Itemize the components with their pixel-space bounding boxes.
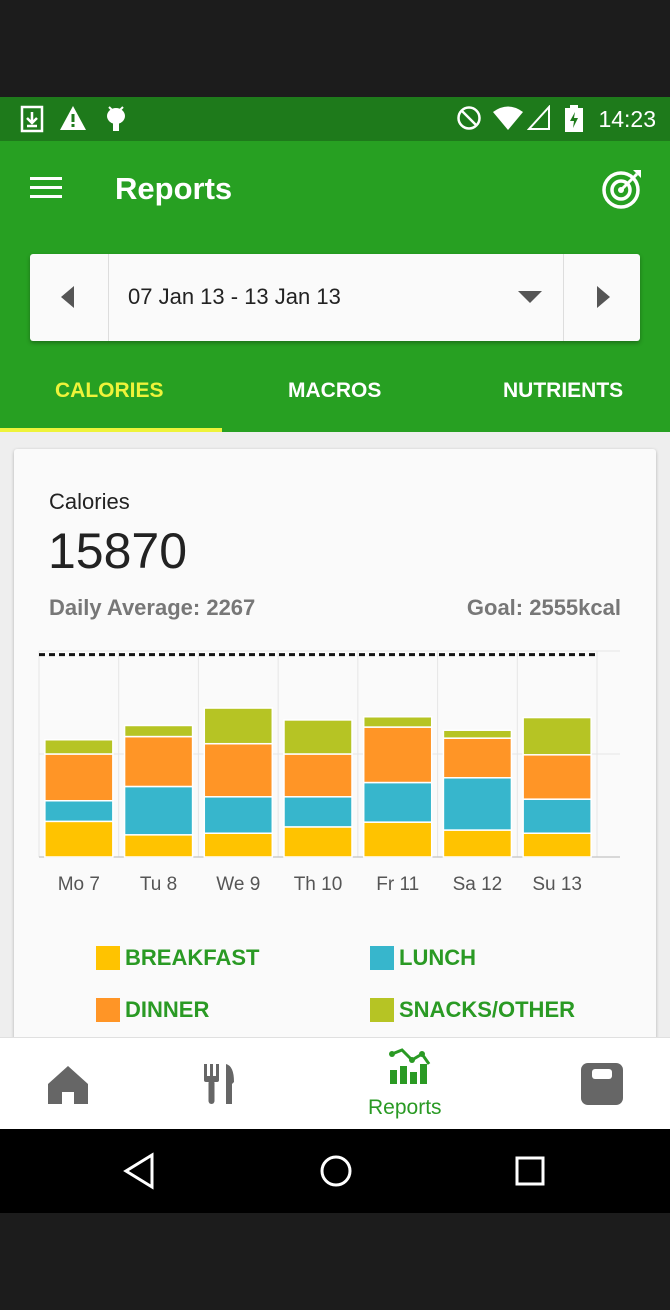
x-tick-label: We 9	[216, 874, 260, 895]
calories-total: 15870	[48, 523, 188, 579]
status-bar: 14:23	[0, 97, 670, 141]
legend-swatch-breakfast	[96, 946, 120, 970]
bottom-navigation: Reports	[0, 1037, 670, 1130]
bar-segment-snacks-other	[362, 716, 433, 728]
bar-segment-snacks-other	[203, 707, 274, 745]
fork-knife-icon	[204, 1064, 234, 1104]
home-icon	[48, 1066, 88, 1104]
do-not-disturb-icon	[457, 106, 481, 130]
daily-average: Daily Average: 2267	[49, 595, 256, 620]
date-range-picker: 07 Jan 13 - 13 Jan 13	[30, 254, 640, 341]
home-circle-icon[interactable]	[316, 1151, 356, 1191]
bar-segment-breakfast	[123, 834, 194, 858]
back-icon[interactable]	[122, 1151, 156, 1191]
bar-segment-lunch	[44, 799, 114, 823]
legend-swatch-dinner	[96, 998, 120, 1022]
content-area: Calories 15870 Daily Average: 2267 Goal:…	[0, 432, 670, 1037]
bar-segment-breakfast	[362, 821, 433, 858]
download-icon	[20, 105, 44, 133]
recents-icon[interactable]	[512, 1151, 548, 1191]
bar-segment-lunch	[522, 798, 592, 834]
chevron-left-icon	[61, 286, 74, 308]
caret-down-icon[interactable]	[518, 291, 542, 303]
nav-diary[interactable]	[180, 1038, 260, 1130]
cell-signal-icon	[527, 105, 550, 130]
legend-swatch-snacks	[370, 998, 394, 1022]
x-tick-label: Su 13	[532, 874, 582, 895]
nav-scale[interactable]	[560, 1038, 640, 1130]
bar-segment-dinner	[123, 735, 194, 788]
bar-segment-dinner	[283, 753, 353, 798]
legend-dinner: DINNER	[125, 997, 210, 1022]
bar-segment-breakfast	[44, 820, 114, 858]
menu-icon	[30, 177, 62, 180]
calories-card: Calories 15870 Daily Average: 2267 Goal:…	[14, 449, 656, 1037]
page-title: Reports	[115, 171, 233, 206]
system-navigation-bar	[0, 1129, 670, 1213]
top-letterbox	[0, 0, 670, 97]
bottom-letterbox	[0, 1213, 670, 1310]
scale-icon	[581, 1063, 623, 1105]
menu-button[interactable]	[30, 177, 66, 205]
bar-segment-snacks-other	[442, 729, 513, 739]
bar-segment-dinner	[44, 753, 114, 802]
bar-segment-lunch	[442, 777, 513, 831]
tab-macros[interactable]: MACROS	[288, 379, 381, 403]
legend-snacks: SNACKS/OTHER	[399, 997, 576, 1022]
calories-stacked-bar-chart: Mo 7 Tu 8 We 9 Th 10 Fr 11 Sa 12 Su 13	[38, 650, 620, 895]
bar-segment-dinner	[362, 726, 433, 784]
warning-icon	[60, 106, 86, 130]
target-icon[interactable]	[600, 167, 644, 211]
bar-segment-snacks-other	[522, 716, 592, 756]
bar-segment-snacks-other	[123, 724, 194, 738]
chevron-right-icon	[597, 286, 610, 308]
bar-segment-dinner	[203, 742, 274, 798]
bar-segment-breakfast	[283, 826, 353, 858]
bar-segment-snacks-other	[283, 719, 353, 755]
previous-week-button[interactable]	[30, 254, 109, 341]
battery-charging-icon	[565, 105, 583, 132]
x-tick-label: Mo 7	[58, 874, 100, 895]
bar-segment-snacks-other	[44, 738, 114, 755]
x-tick-label: Th 10	[294, 874, 343, 895]
bar-segment-dinner	[442, 737, 513, 779]
date-range-text[interactable]: 07 Jan 13 - 13 Jan 13	[128, 284, 341, 310]
report-tabs: CALORIES MACROS NUTRIENTS	[0, 367, 670, 432]
reports-chart-icon	[389, 1048, 431, 1084]
x-tick-label: Tu 8	[140, 874, 177, 895]
nav-reports[interactable]: Reports	[360, 1038, 460, 1130]
android-debug-icon	[107, 106, 125, 131]
status-time: 14:23	[598, 106, 656, 132]
bar-segment-lunch	[283, 796, 353, 828]
x-tick-label: Sa 12	[453, 874, 503, 895]
calorie-goal: Goal: 2555kcal	[466, 595, 621, 620]
next-week-button[interactable]	[563, 254, 640, 341]
bar-segment-breakfast	[522, 832, 592, 858]
bar-segment-breakfast	[442, 829, 513, 858]
legend-lunch: LUNCH	[399, 945, 476, 970]
nav-home[interactable]	[30, 1038, 110, 1130]
bar-segment-lunch	[362, 781, 433, 823]
wifi-icon	[493, 106, 523, 130]
tab-calories[interactable]: CALORIES	[55, 379, 164, 403]
card-label: Calories	[49, 489, 130, 514]
app-bar: Reports 07 Jan 13 - 13 Jan 13 CALORIES M…	[0, 141, 670, 432]
nav-reports-label: Reports	[368, 1096, 442, 1119]
x-tick-label: Fr 11	[376, 874, 419, 895]
tab-nutrients[interactable]: NUTRIENTS	[503, 379, 623, 403]
bar-segment-lunch	[123, 785, 194, 836]
bar-segment-lunch	[203, 796, 274, 834]
bar-segment-breakfast	[203, 832, 274, 858]
bar-segment-dinner	[522, 754, 592, 800]
legend-swatch-lunch	[370, 946, 394, 970]
legend-breakfast: BREAKFAST	[125, 945, 260, 970]
